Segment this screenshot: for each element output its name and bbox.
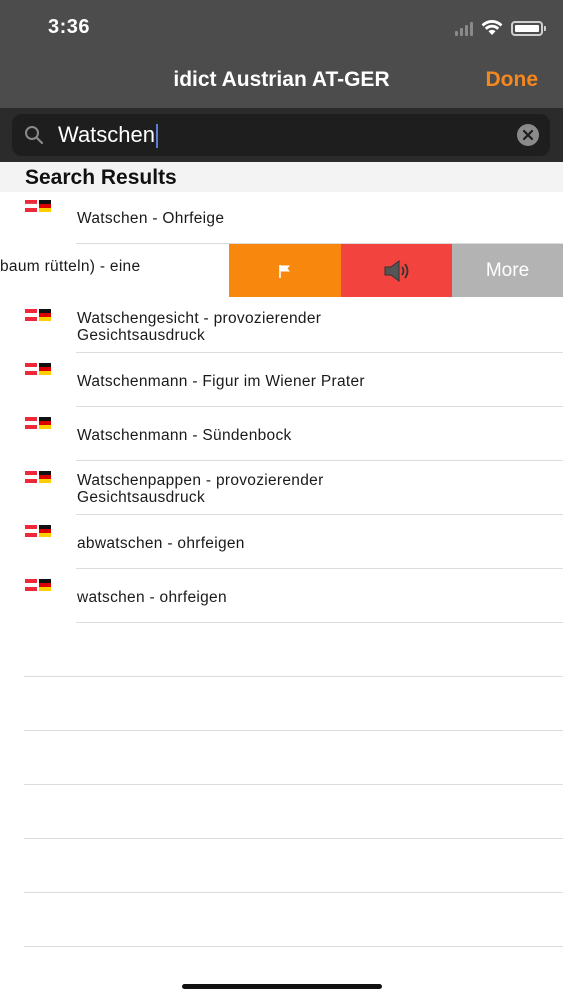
list-item-text: Watschenpappen - provozierender Gesichtsa… [77,472,324,506]
empty-row-separator [24,676,563,677]
list-item-text: Watschen - Ohrfeige [77,210,225,227]
flag-icon [279,264,290,278]
close-icon [522,129,534,141]
search-query[interactable]: Watschen [58,122,159,149]
search-icon [25,126,44,145]
list-item-text: baum rütteln) - eine [0,258,141,275]
speaker-icon [384,259,408,282]
list-item[interactable]: Watschen - Ohrfeige [0,190,563,244]
search-input[interactable]: Watschen [12,114,550,156]
list-item-swiped[interactable]: baum rütteln) - eine More [0,244,563,297]
list-item-text: watschen - ohrfeigen [77,589,227,606]
empty-row-separator [24,730,563,731]
list-item[interactable]: Watschenmann - Figur im Wiener Prater [0,353,563,407]
list-item-text: Watschenmann - Sündenbock [77,427,292,444]
austria-germany-flag-icon [25,309,51,321]
search-bar: Watschen [0,108,563,162]
empty-row-separator [24,946,563,947]
navigation-bar: 3:36 idict Austrian AT-GER Done [0,0,563,108]
flag-action-button[interactable] [229,244,341,297]
speak-action-button[interactable] [341,244,452,297]
clear-search-button[interactable] [517,124,539,146]
list-item[interactable]: Watschenmann - Sündenbock [0,407,563,461]
list-item-text: Watschenmann - Figur im Wiener Prater [77,373,365,390]
austria-germany-flag-icon [25,525,51,537]
empty-row-separator [24,892,563,893]
status-icons [455,16,546,40]
page-title: idict Austrian AT-GER [173,68,390,91]
austria-germany-flag-icon [25,363,51,375]
list-item-text: abwatschen - ohrfeigen [77,535,245,552]
list-item[interactable]: abwatschen - ohrfeigen [0,515,563,569]
list-item-text: Watschengesicht - provozierender Gesichts… [77,310,322,344]
empty-row-separator [24,838,563,839]
battery-icon [511,20,546,36]
done-button[interactable]: Done [486,68,539,92]
list-item[interactable]: Watschenpappen - provozierender Gesichtsa… [0,461,563,515]
list-item[interactable]: watschen - ohrfeigen [0,569,563,623]
section-header: Search Results [0,162,563,192]
more-action-button[interactable]: More [452,244,563,297]
cellular-signal-icon [455,20,473,36]
austria-germany-flag-icon [25,579,51,591]
wifi-icon [481,20,503,35]
section-header-title: Search Results [25,166,177,189]
austria-germany-flag-icon [25,471,51,483]
austria-germany-flag-icon [25,200,51,212]
empty-row-separator [24,784,563,785]
austria-germany-flag-icon [25,417,51,429]
status-time: 3:36 [48,16,91,38]
list-item[interactable]: Watschengesicht - provozierender Gesichts… [0,299,563,353]
home-indicator[interactable] [182,984,382,989]
